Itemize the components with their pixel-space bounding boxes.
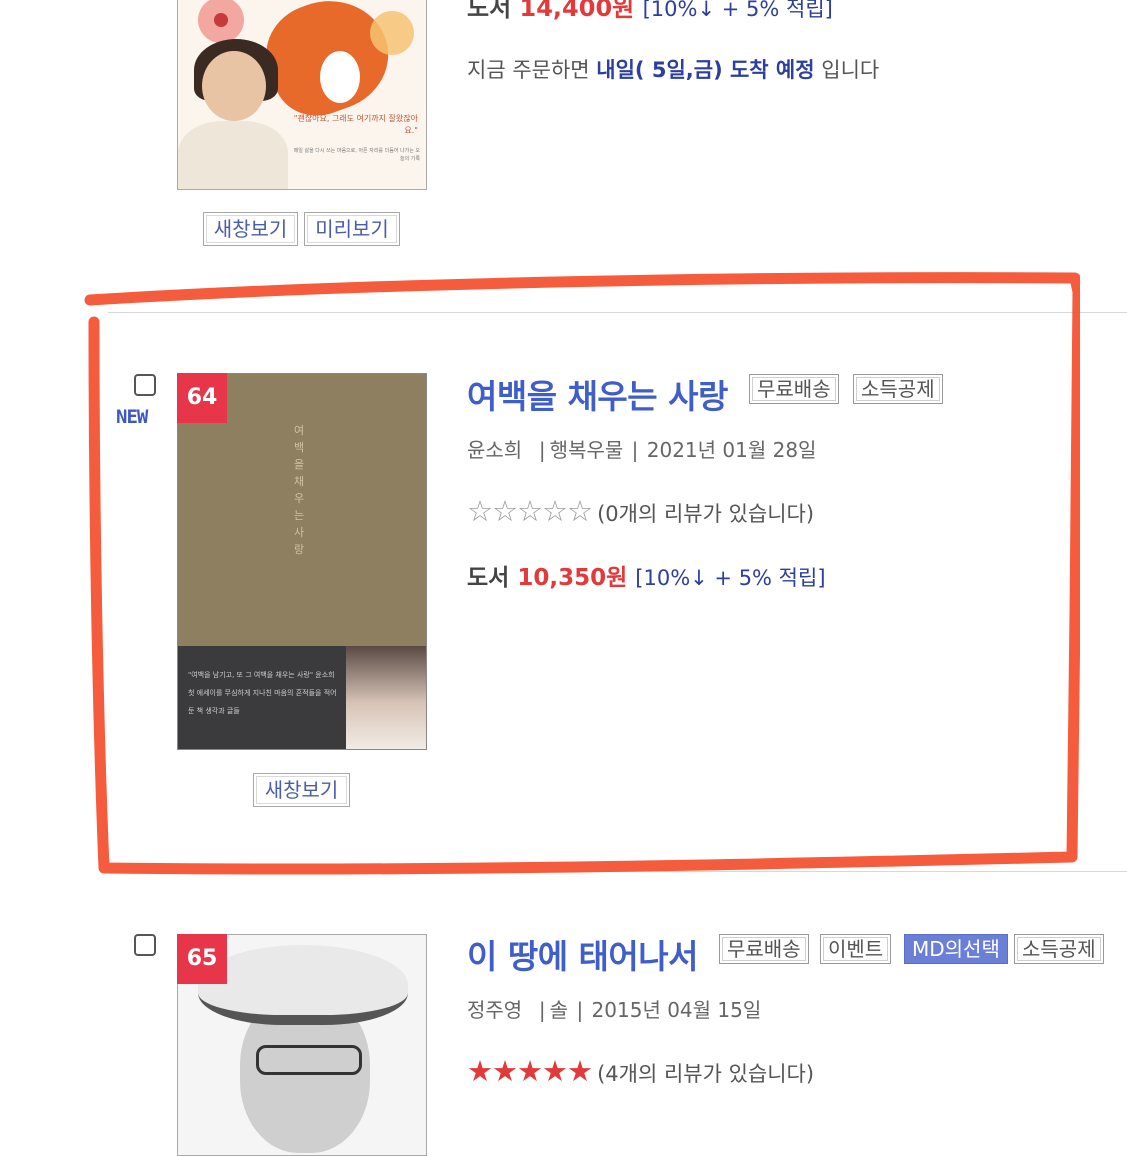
- flower-center: [214, 13, 228, 27]
- discount-text: [10%↓ + 5% 적립]: [642, 0, 833, 21]
- select-checkbox[interactable]: [134, 934, 156, 956]
- preview-button[interactable]: 미리보기: [304, 212, 400, 246]
- book-title-link[interactable]: 이 땅에 태어나서: [467, 930, 699, 978]
- cover-subtext: 매일 삶을 다시 쓰는 마음으로, 아픈 자리를 더듬어 나가는 오늘의 기록: [293, 148, 420, 162]
- tag-md-choice: MD의선택: [904, 934, 1008, 964]
- highlight-annotation: [84, 272, 1080, 875]
- rank-badge: 65: [177, 934, 227, 984]
- delivery-suffix: 입니다: [821, 58, 880, 82]
- book-cover-image[interactable]: "괜찮아요, 그래도 여기까지 잘왔잖아요." 매일 삶을 다시 쓰는 마음으로…: [177, 0, 427, 190]
- delivery-date: 내일( 5일,금) 도착 예정: [596, 58, 815, 82]
- new-window-button[interactable]: 새창보기: [203, 212, 298, 246]
- price-prefix: 도서: [467, 0, 512, 22]
- delivery-estimate: 지금 주문하면 내일( 5일,금) 도착 예정 입니다: [467, 54, 879, 84]
- price-line: 도서 14,400원 [10%↓ + 5% 적립]: [467, 0, 833, 23]
- review-count: (4개의 리뷰가 있습니다): [597, 1062, 815, 1086]
- book-meta: 정주영 | 솔 | 2015년 04월 15일: [467, 998, 762, 1022]
- price-value: 14,400원: [519, 0, 635, 22]
- cover-quote: "괜찮아요, 그래도 여기까지 잘왔잖아요.": [293, 114, 418, 135]
- publish-date: 2015년 04월 15일: [591, 998, 762, 1022]
- author-link[interactable]: 정주영: [467, 998, 522, 1022]
- portrait-body: [178, 121, 288, 189]
- rank-badge: 64: [177, 373, 227, 423]
- rating-row: ★★★★★ (4개의 리뷰가 있습니다): [467, 1054, 814, 1088]
- portrait-glasses: [256, 1045, 362, 1075]
- tag-free-shipping: 무료배송: [719, 934, 809, 964]
- tag-tax-deduction: 소득공제: [1014, 934, 1104, 964]
- portrait-hat: [198, 945, 408, 1025]
- yellow-circle-decoration: [370, 11, 414, 55]
- portrait-face: [202, 51, 266, 121]
- publisher-link[interactable]: 솔: [550, 998, 568, 1022]
- delivery-prefix: 지금 주문하면: [467, 58, 590, 82]
- star-rating-icon: ★★★★★: [467, 1054, 593, 1088]
- tag-event: 이벤트: [820, 934, 892, 964]
- blob-hole: [320, 51, 360, 103]
